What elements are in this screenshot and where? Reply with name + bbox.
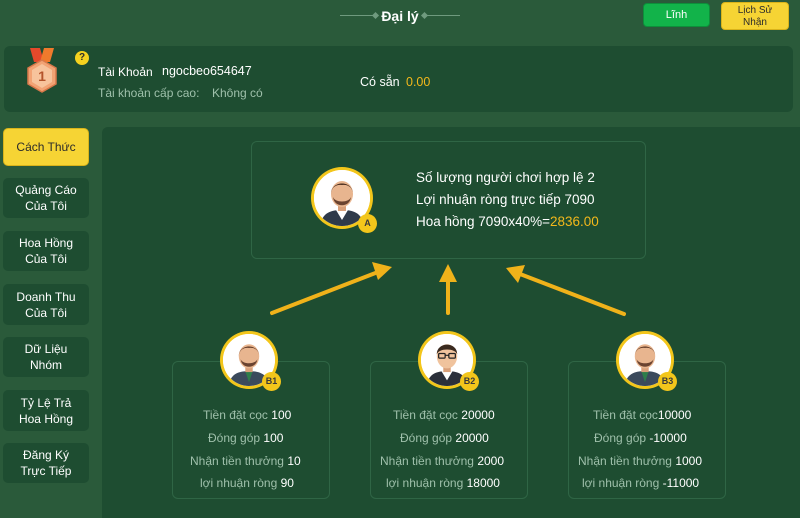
parent-account-value: Không có: [212, 86, 263, 100]
sidebar-item-label: Cách Thức: [16, 140, 76, 154]
sidebar-item-label: Dữ Liệu: [24, 342, 68, 356]
player-badge-b2: B2: [460, 372, 479, 391]
help-icon[interactable]: ?: [75, 51, 89, 65]
sidebar-item-label: Của Tôi: [25, 199, 67, 213]
sidebar-item-label: Tỷ Lệ Trả: [20, 396, 72, 410]
sidebar-item-direct-register[interactable]: Đăng Ký Trực Tiếp: [3, 443, 89, 483]
agent-commission: Hoa hồng 7090x40%=2836.00: [416, 214, 599, 229]
player-b2-bonus: Nhận tiền thưởng 2000: [380, 454, 505, 468]
agent-commission-value: 2836.00: [550, 214, 599, 229]
available-value: 0.00: [406, 75, 431, 89]
player-b3-bonus: Nhận tiền thưởng 1000: [578, 454, 703, 468]
page-title-wrap: Đại lý: [330, 6, 470, 26]
header: Đại lý Lĩnh Lịch Sử Nhận: [0, 0, 800, 36]
sidebar-item-label: Của Tôi: [25, 306, 67, 320]
account-name: ngocbeo654647: [162, 64, 252, 78]
player-b1-net-profit: lợi nhuận ròng 90: [200, 476, 294, 490]
player-b1-contribution: Đóng góp 100: [208, 431, 284, 445]
medal-icon: 1: [27, 48, 57, 93]
claim-history-button[interactable]: Lịch Sử Nhận: [721, 2, 789, 30]
agent-commission-formula: Hoa hồng 7090x40%=: [416, 214, 550, 229]
page-title: Đại lý: [381, 8, 419, 24]
player-badge-b1: B1: [262, 372, 281, 391]
sidebar-item-label: Hoa Hồng: [18, 236, 74, 250]
player-b2-deposit: Tiền đặt cọc 20000: [393, 408, 495, 422]
agent-direct-profit: Lợi nhuận ròng trực tiếp 7090: [416, 192, 595, 207]
player-b1-deposit: Tiền đặt cọc 100: [203, 408, 292, 422]
sidebar-item-team-data[interactable]: Dữ Liệu Nhóm: [3, 337, 89, 377]
sidebar-item-label: Hoa Hồng: [18, 412, 74, 426]
parent-account-label: Tài khoản cấp cao:: [98, 86, 200, 100]
player-b3-contribution: Đóng góp -10000: [594, 431, 687, 445]
claim-history-label-line1: Lịch Sử: [737, 5, 773, 16]
sidebar-item-my-ads[interactable]: Quảng Cáo Của Tôi: [3, 178, 89, 218]
account-label: Tài Khoản: [98, 65, 153, 79]
sidebar-item-commission-rate[interactable]: Tỷ Lệ Trả Hoa Hồng: [3, 390, 89, 431]
claim-button[interactable]: Lĩnh: [643, 3, 710, 27]
sidebar-item-my-commission[interactable]: Hoa Hồng Của Tôi: [3, 231, 89, 271]
player-b3-net-profit: lợi nhuận ròng -11000: [582, 476, 700, 490]
sidebar-item-label: Doanh Thu: [16, 290, 76, 304]
player-b2-contribution: Đóng góp 20000: [400, 431, 489, 445]
title-decoration-left: [340, 15, 376, 16]
player-b1-bonus: Nhận tiền thưởng 10: [190, 454, 301, 468]
available-label: Có sẵn: [360, 75, 400, 89]
agent-badge: A: [358, 214, 377, 233]
medal-number: 1: [38, 68, 46, 84]
player-b2-net-profit: lợi nhuận ròng 18000: [386, 476, 500, 490]
player-b3-deposit: Tiền đặt cọc10000: [593, 408, 692, 422]
account-panel: 1 ? Tài Khoản ngocbeo654647 Tài khoản cấ…: [4, 46, 793, 112]
title-decoration-right: [424, 15, 460, 16]
agent-valid-players: Số lượng người chơi hợp lệ 2: [416, 170, 595, 185]
sidebar-item-label: Đăng Ký: [22, 448, 70, 462]
player-badge-b3: B3: [658, 372, 677, 391]
sidebar-item-label: Quảng Cáo: [15, 183, 77, 197]
sidebar-item-label: Nhóm: [29, 358, 62, 372]
sidebar-item-method[interactable]: Cách Thức: [3, 128, 89, 166]
sidebar-item-my-revenue[interactable]: Doanh Thu Của Tôi: [3, 284, 89, 325]
sidebar-item-label: Trực Tiếp: [20, 464, 72, 478]
sidebar-item-label: Của Tôi: [25, 252, 67, 266]
claim-history-label-line2: Nhận: [743, 17, 767, 28]
